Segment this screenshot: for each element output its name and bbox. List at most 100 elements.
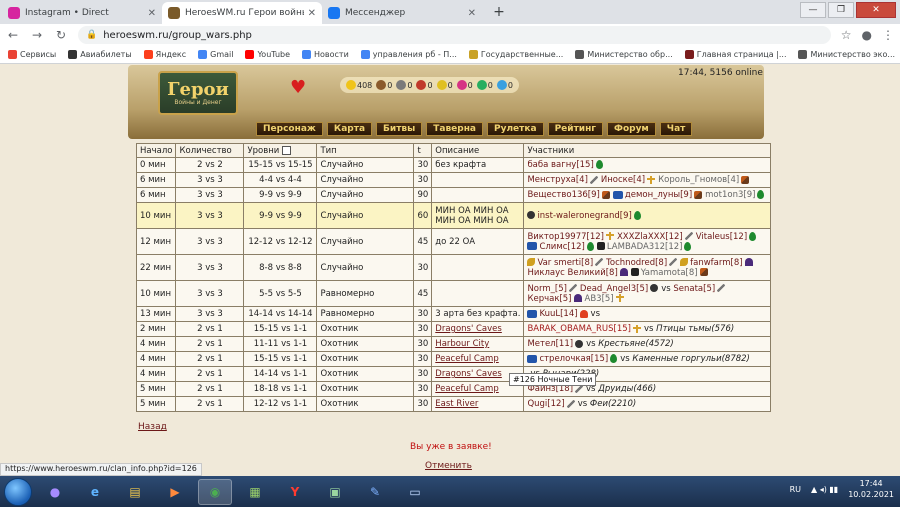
- chrome-icon[interactable]: ◉: [198, 478, 232, 505]
- participant[interactable]: стрелочкая[15]: [527, 354, 618, 364]
- participant-name[interactable]: XXXZlaXXX[12]: [617, 232, 683, 242]
- participant-name[interactable]: демон_луны[9]: [625, 190, 692, 200]
- clock[interactable]: 17:44 10.02.2021: [848, 478, 894, 500]
- back-arrow-icon[interactable]: ←: [6, 28, 20, 42]
- participant[interactable]: Norm_[5]: [527, 284, 577, 294]
- participant-name[interactable]: Qugi[12]: [527, 399, 564, 409]
- monitor-icon[interactable]: ▭: [398, 479, 432, 505]
- participant[interactable]: mot1on3[9]: [705, 190, 765, 200]
- participant-name[interactable]: BARAK_OBAMA_RUS[15]: [527, 324, 631, 334]
- editor-icon[interactable]: ✎: [358, 479, 392, 505]
- levels-checkbox[interactable]: [282, 145, 292, 155]
- participant-name[interactable]: Менструха[4]: [527, 175, 587, 185]
- ie-icon[interactable]: e: [78, 479, 112, 505]
- bookmark-item[interactable]: Министерство эко...: [798, 50, 895, 59]
- close-icon[interactable]: ✕: [468, 8, 476, 19]
- menu-item[interactable]: Карта: [326, 122, 373, 136]
- tray-icons[interactable]: ▲ ◂) ▮▮: [811, 485, 838, 494]
- close-icon[interactable]: ✕: [148, 8, 156, 19]
- start-button[interactable]: [4, 477, 32, 506]
- tab-heroeswm[interactable]: HeroesWM.ru Герои войны и д ✕: [162, 2, 322, 24]
- location-link[interactable]: Dragons' Caves: [435, 324, 502, 334]
- profile-icon[interactable]: ●: [862, 28, 872, 42]
- participant-name[interactable]: Вещество136[9]: [527, 190, 599, 200]
- close-window-button[interactable]: ✕: [856, 2, 896, 18]
- notes-icon[interactable]: ▦: [238, 479, 272, 505]
- participant-name[interactable]: Метел[11]: [527, 339, 573, 349]
- participant-name[interactable]: Vitaleus[12]: [696, 232, 747, 242]
- bookmark-item[interactable]: Главная страница |...: [684, 50, 786, 59]
- menu-item[interactable]: Персонаж: [256, 122, 323, 136]
- explorer-icon[interactable]: ▤: [118, 479, 152, 505]
- participant[interactable]: Vitaleus[12]: [696, 231, 757, 242]
- participant-name[interactable]: mot1on3[9]: [705, 190, 755, 200]
- participant-name[interactable]: баба вагну[15]: [527, 160, 593, 170]
- new-tab-button[interactable]: +: [488, 1, 510, 23]
- game-logo[interactable]: Герои Войны и Денег: [158, 71, 238, 115]
- participant[interactable]: Dead_Angel3[5]: [580, 284, 659, 294]
- cancel-link[interactable]: Отменить: [425, 461, 472, 471]
- participant-name[interactable]: fanwfarm[8]: [690, 258, 742, 268]
- participant[interactable]: Senata[5]: [673, 284, 726, 294]
- tab-instagram[interactable]: Instagram • Direct ✕: [2, 2, 162, 24]
- location-link[interactable]: Peaceful Camp: [435, 354, 498, 364]
- maximize-button[interactable]: ❐: [828, 2, 854, 18]
- participant[interactable]: Yamamota[8]: [630, 268, 708, 278]
- participant-name[interactable]: AB3[5]: [585, 294, 614, 304]
- participant[interactable]: Слимс[12]: [527, 241, 594, 252]
- participant-name[interactable]: Tochnodred[8]: [606, 258, 667, 268]
- participant[interactable]: AB3[5]: [585, 294, 624, 304]
- participant-name[interactable]: Никлаус Великий[8]: [527, 268, 617, 278]
- cell-description[interactable]: East River: [431, 396, 525, 412]
- participant-name[interactable]: стрелочкая[15]: [539, 354, 608, 364]
- close-icon[interactable]: ✕: [308, 8, 316, 19]
- bookmark-item[interactable]: Сервисы: [8, 50, 56, 59]
- menu-item[interactable]: Битвы: [376, 122, 423, 136]
- location-link[interactable]: Peaceful Camp: [435, 384, 498, 394]
- bookmark-item[interactable]: Gmail: [198, 50, 233, 59]
- bookmark-item[interactable]: YouTube: [245, 50, 290, 59]
- bookmark-item[interactable]: Новости: [302, 50, 349, 59]
- participant-name[interactable]: LAMBADA312[12]: [607, 242, 683, 252]
- participant-name[interactable]: Виктор19977[12]: [527, 232, 604, 242]
- participant-name[interactable]: Var smerti[8]: [537, 258, 593, 268]
- minimize-button[interactable]: —: [800, 2, 826, 18]
- back-link[interactable]: Назад: [138, 422, 167, 432]
- participant-name[interactable]: Dead_Angel3[5]: [580, 284, 648, 294]
- location-link[interactable]: East River: [435, 399, 478, 409]
- yandex-icon[interactable]: Y: [278, 479, 312, 505]
- participant[interactable]: Король_Гномов[4]: [658, 175, 750, 185]
- participant-name[interactable]: Senata[5]: [673, 284, 715, 294]
- app-icon[interactable]: ▣: [318, 479, 352, 505]
- participant[interactable]: Qugi[12]: [527, 399, 575, 409]
- menu-item[interactable]: Таверна: [426, 122, 483, 136]
- participant[interactable]: inst-waleronegrand[9]: [527, 210, 641, 221]
- cell-description[interactable]: Dragons' Caves: [431, 321, 525, 337]
- address-bar[interactable]: 🔒 heroeswm.ru/group_wars.php: [78, 26, 831, 44]
- menu-icon[interactable]: ⋮: [882, 28, 894, 42]
- participant-name[interactable]: Norm_[5]: [527, 284, 566, 294]
- participant[interactable]: fanwfarm[8]: [680, 258, 753, 268]
- participant[interactable]: Tochnodred[8]: [606, 258, 678, 268]
- menu-item[interactable]: Чат: [659, 122, 693, 136]
- bookmark-item[interactable]: Министерство обр...: [575, 50, 673, 59]
- heart-icon[interactable]: ♥: [290, 77, 306, 98]
- participant-name[interactable]: KuuL[14]: [539, 309, 577, 319]
- cell-description[interactable]: Harbour City: [431, 336, 525, 352]
- participant[interactable]: Вещество136[9]: [527, 190, 610, 200]
- menu-item[interactable]: Рулетка: [487, 122, 544, 136]
- participant[interactable]: XXXZlaXXX[12]: [617, 232, 693, 242]
- tab-messenger[interactable]: Мессенджер ✕: [322, 2, 482, 24]
- participant[interactable]: BARAK_OBAMA_RUS[15]: [527, 324, 641, 334]
- bookmark-item[interactable]: Государственные...: [468, 50, 563, 59]
- reload-icon[interactable]: ↻: [54, 28, 68, 42]
- participant-name[interactable]: Керчак[5]: [527, 294, 571, 304]
- menu-item[interactable]: Рейтинг: [547, 122, 604, 136]
- participant[interactable]: Керчак[5]: [527, 294, 582, 304]
- language-indicator[interactable]: RU: [790, 485, 801, 494]
- media-player-icon[interactable]: ▶: [158, 479, 192, 505]
- participant[interactable]: Никлаус Великий[8]: [527, 268, 628, 278]
- participant-name[interactable]: Yamamota[8]: [641, 268, 698, 278]
- participant[interactable]: баба вагну[15]: [527, 160, 603, 170]
- menu-item[interactable]: Форум: [607, 122, 656, 136]
